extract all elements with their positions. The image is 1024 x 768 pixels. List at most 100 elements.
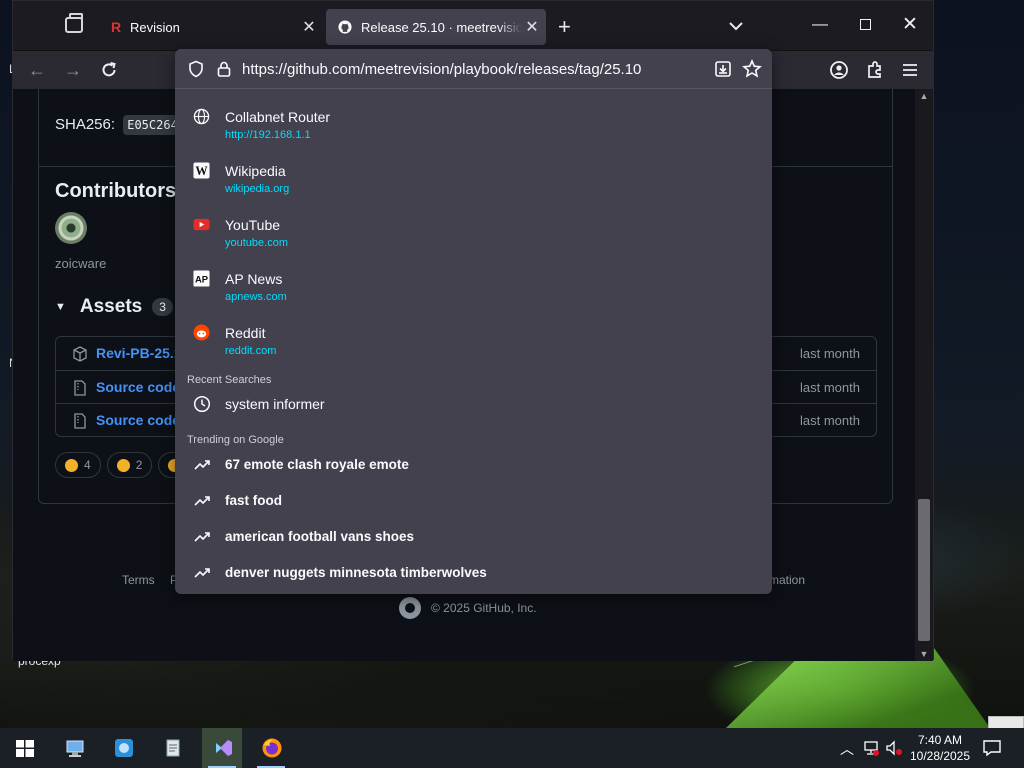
asset-time: last month [800,346,860,361]
scroll-down-icon[interactable]: ▼ [915,649,933,659]
reaction-thumbs-up[interactable]: 4 [55,452,101,478]
taskbar-app-firefox[interactable] [251,728,291,768]
shortcut-title: Wikipedia [225,163,286,179]
youtube-icon [193,218,210,231]
footer-link[interactable]: mation [769,573,805,587]
taskbar: ︿ 7:40 AM 10/28/2025 [0,728,1024,768]
recent-searches-heading: Recent Searches [187,374,272,386]
tab-strip: R Revision ✕ Release 25.10 · meetrevisio… [13,1,933,51]
save-page-icon[interactable] [714,60,732,78]
asset-link[interactable]: Source code [96,412,180,428]
extensions-icon[interactable] [865,60,885,80]
taskbar-app-notepad[interactable] [152,728,192,768]
tab-release[interactable]: Release 25.10 · meetrevision/playbook ✕ [326,9,546,45]
scrollbar-thumb[interactable] [918,499,930,641]
asset-time: last month [800,380,860,395]
reload-icon[interactable] [99,60,119,80]
assets-heading: Assets [79,296,143,317]
asset-time: last month [800,413,860,428]
file-zip-icon [74,380,86,396]
scroll-up-icon[interactable]: ▲ [915,91,933,101]
tab-overview-icon[interactable] [65,13,83,33]
shortcut-title: AP News [225,271,283,287]
edge-like-icon [115,739,133,757]
copyright-text: © 2025 GitHub, Inc. [431,601,537,615]
network-app-icon [66,740,84,757]
shortcut-reddit[interactable]: Reddit reddit.com [175,317,772,371]
trending-icon [194,568,210,578]
trending-heading: Trending on Google [187,434,284,446]
tab-revision[interactable]: R Revision ✕ [97,9,323,45]
reaction-smile[interactable]: 2 [106,452,153,478]
svg-text:W: W [195,164,208,178]
recent-search-item[interactable]: system informer [175,386,772,422]
tray-overflow-icon[interactable]: ︿ [840,739,856,757]
urlbar[interactable]: https://github.com/meetrevision/playbook… [175,49,772,89]
tab-close-button[interactable]: ✕ [522,17,542,37]
volume-muted-icon[interactable] [885,739,903,757]
sha-line: SHA256: E05C264 [55,115,182,135]
contributors-heading: Contributors [55,180,177,202]
back-icon[interactable]: ← [27,60,47,80]
taskbar-app-visual-studio[interactable] [202,728,242,768]
network-tray-icon[interactable] [862,739,880,757]
footer-terms-link[interactable]: Terms [122,573,155,587]
shortcut-title: Reddit [225,325,266,341]
avatar[interactable] [55,212,87,244]
reaction-count: 2 [135,458,143,472]
clock-icon [193,395,211,413]
github-logo-icon[interactable] [399,597,421,619]
url-field[interactable]: https://github.com/meetrevision/playbook… [242,61,641,78]
asset-link[interactable]: Revi-PB-25.1 [96,345,182,361]
file-zip-icon [74,413,86,429]
wikipedia-icon: W [193,162,210,179]
assets-toggle[interactable]: ▼ Assets 3 [55,296,173,318]
trending-item[interactable]: 67 emote clash royale emote [175,447,772,483]
shortcut-collabnet-router[interactable]: Collabnet Router http://192.168.1.1 [175,101,772,155]
trending-item[interactable]: denver nuggets minnesota timberwolves [175,555,772,591]
clock-time: 7:40 AM [917,733,963,747]
window-close-button[interactable]: ✕ [900,15,920,35]
lock-icon[interactable] [215,60,233,78]
trending-text: 67 emote clash royale emote [225,457,409,472]
shortcut-ap-news[interactable]: AP AP News apnews.com [175,263,772,317]
taskbar-app-browser[interactable] [103,728,143,768]
star-icon[interactable] [742,59,762,79]
tab-title: Revision [130,19,180,35]
firefox-icon [262,738,282,758]
tab-close-button[interactable]: ✕ [299,17,319,37]
windows-start-icon[interactable] [16,740,34,757]
revision-logo-icon: R [111,19,122,35]
taskbar-app-network[interactable] [54,728,94,768]
asset-link[interactable]: Source code [96,379,180,395]
notification-icon[interactable] [982,739,1002,757]
clock-date: 10/28/2025 [909,749,971,763]
trending-text: fast food [225,493,282,508]
reaction-count: 4 [84,458,91,472]
trending-item[interactable]: american football vans shoes [175,519,772,555]
forward-icon[interactable]: → [63,60,83,80]
apnews-icon: AP [193,270,210,287]
list-all-tabs-icon[interactable] [726,16,746,36]
sha-value: E05C264 [123,115,182,135]
new-tab-button[interactable]: + [558,14,571,40]
notepad-icon [166,739,180,757]
menu-icon[interactable] [900,60,920,80]
smile-icon [116,458,130,472]
window-minimize-button[interactable]: — [810,15,830,35]
trending-item[interactable]: fast food [175,483,772,519]
contributor-name[interactable]: zoicware [55,256,106,271]
shortcut-url: reddit.com [225,345,277,357]
sha-label: SHA256: [55,116,116,133]
window-maximize-button[interactable] [855,15,875,35]
visual-studio-icon [216,740,232,756]
thumbs-up-icon [65,458,78,472]
shortcut-youtube[interactable]: YouTube youtube.com [175,209,772,263]
shield-icon[interactable] [187,60,205,78]
shortcut-url: http://192.168.1.1 [225,129,311,141]
taskbar-clock[interactable]: 7:40 AM 10/28/2025 [908,732,972,764]
reddit-icon [193,324,210,341]
account-icon[interactable] [829,60,849,80]
page-scrollbar[interactable]: ▲ ▼ [915,89,933,661]
shortcut-wikipedia[interactable]: W Wikipedia wikipedia.org [175,155,772,209]
